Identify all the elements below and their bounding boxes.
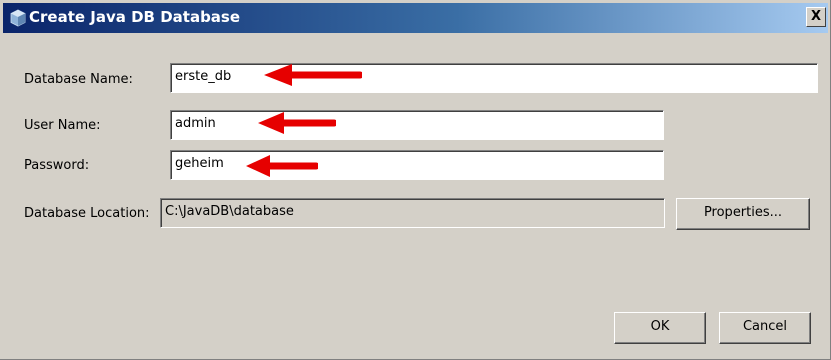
red-arrow-annotation (258, 112, 336, 134)
close-button[interactable]: X (806, 7, 826, 27)
user-name-label: User Name: (24, 118, 101, 133)
dialog-title: Create Java DB Database (29, 8, 241, 26)
database-location-field: C:\JavaDB\database (160, 198, 665, 228)
properties-button[interactable]: Properties... (676, 198, 810, 230)
database-name-label: Database Name: (24, 72, 133, 87)
java-db-icon (10, 9, 26, 27)
red-arrow-annotation (264, 64, 362, 86)
create-java-db-dialog: Create Java DB Database X Database Name:… (0, 0, 831, 360)
cancel-button[interactable]: Cancel (719, 312, 811, 344)
red-arrow-annotation (246, 155, 318, 177)
database-location-label: Database Location: (24, 206, 150, 221)
title-bar[interactable]: Create Java DB Database X (3, 3, 828, 33)
password-label: Password: (24, 158, 90, 173)
ok-button[interactable]: OK (614, 312, 706, 344)
close-icon: X (810, 9, 822, 24)
user-name-field[interactable]: admin (170, 110, 664, 140)
